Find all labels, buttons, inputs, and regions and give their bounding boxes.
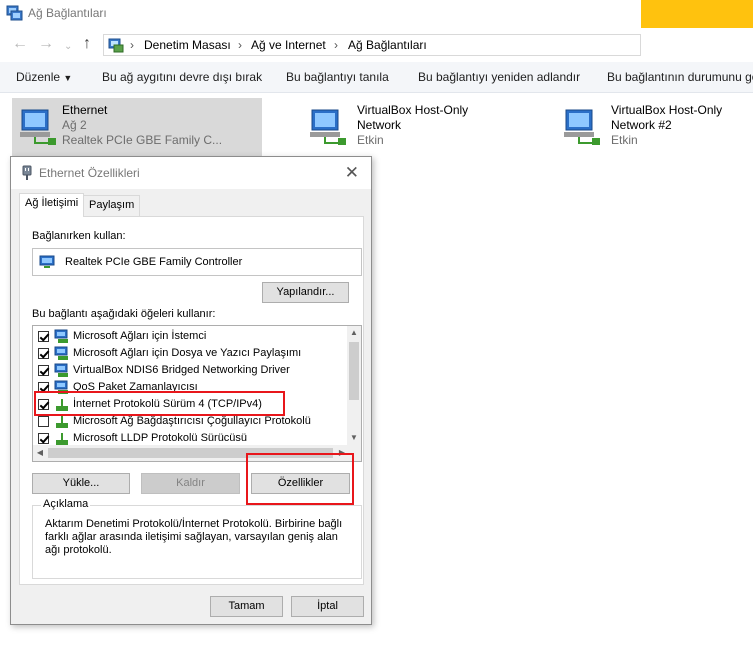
connection-network: Network #2 bbox=[611, 118, 672, 132]
connection-virtualbox-2[interactable]: VirtualBox Host-Only Network #2 Etkin bbox=[556, 98, 753, 156]
scroll-left-icon[interactable]: ◀ bbox=[33, 445, 47, 461]
network-service-icon bbox=[54, 346, 68, 360]
window-title: Ağ Bağlantıları bbox=[28, 6, 107, 20]
command-toolbar: Düzenle ▼ Bu ağ aygıtını devre dışı bıra… bbox=[0, 62, 753, 93]
item-label: Microsoft Ağları için Dosya ve Yazıcı Pa… bbox=[73, 347, 302, 359]
item-checkbox[interactable] bbox=[38, 433, 49, 444]
description-text: Aktarım Denetimi Protokolü/İnternet Prot… bbox=[45, 518, 343, 556]
breadcrumb-separator-icon: › bbox=[334, 38, 338, 52]
dialog-titlebar: Ethernet Özellikleri ✕ bbox=[11, 157, 371, 189]
ok-button[interactable]: Tamam bbox=[210, 596, 283, 617]
configure-button[interactable]: Yapılandır... bbox=[262, 282, 349, 303]
recent-locations-chevron-icon[interactable]: ⌄ bbox=[64, 39, 72, 55]
forward-arrow-icon[interactable]: → bbox=[38, 36, 54, 52]
adapter-name: Realtek PCIe GBE Family Controller bbox=[65, 256, 243, 268]
dialog-title: Ethernet Özellikleri bbox=[39, 166, 140, 180]
diagnose-connection-button[interactable]: Bu bağlantıyı tanıla bbox=[286, 70, 389, 84]
organize-menu[interactable]: Düzenle ▼ bbox=[16, 70, 72, 84]
network-adapter-icon bbox=[39, 255, 55, 268]
protocol-icon bbox=[56, 433, 68, 445]
item-checkbox[interactable] bbox=[38, 365, 49, 376]
items-label: Bu bağlantı aşağıdaki öğeleri kullanır: bbox=[32, 308, 216, 320]
up-arrow-icon[interactable]: ↑ bbox=[83, 35, 91, 53]
list-item[interactable]: Microsoft Ağları için Dosya ve Yazıcı Pa… bbox=[33, 345, 349, 362]
tab-networking[interactable]: Ağ İletişimi bbox=[19, 193, 85, 217]
network-service-icon bbox=[54, 363, 68, 377]
item-label: Microsoft LLDP Protokolü Sürücüsü bbox=[73, 432, 248, 444]
cancel-button[interactable]: İptal bbox=[291, 596, 364, 617]
connection-status: Etkin bbox=[611, 133, 638, 147]
scroll-up-icon[interactable]: ▲ bbox=[347, 326, 361, 340]
network-adapter-icon bbox=[20, 109, 56, 145]
back-arrow-icon[interactable]: ← bbox=[12, 36, 28, 52]
install-button[interactable]: Yükle... bbox=[32, 473, 130, 494]
connection-device: Realtek PCIe GBE Family C... bbox=[62, 133, 223, 147]
rename-connection-button[interactable]: Bu bağlantıyı yeniden adlandır bbox=[418, 70, 580, 84]
breadcrumb-separator-icon: › bbox=[238, 38, 242, 52]
address-bar[interactable]: › Denetim Masası › Ağ ve Internet › Ağ B… bbox=[103, 34, 641, 56]
connection-status: Etkin bbox=[357, 133, 384, 147]
connection-name: Ethernet bbox=[62, 103, 108, 117]
breadcrumb-network-connections[interactable]: Ağ Bağlantıları bbox=[348, 38, 427, 52]
connection-virtualbox-1[interactable]: VirtualBox Host-Only Network Etkin bbox=[302, 98, 502, 156]
connection-name: VirtualBox Host-Only bbox=[611, 103, 723, 117]
close-icon[interactable]: ✕ bbox=[345, 163, 359, 183]
list-item[interactable]: Microsoft Ağları için İstemci bbox=[33, 328, 349, 345]
vertical-scrollbar[interactable]: ▲ ▼ bbox=[347, 326, 361, 445]
scroll-thumb[interactable] bbox=[349, 342, 359, 400]
item-checkbox[interactable] bbox=[38, 416, 49, 427]
network-adapter-icon bbox=[564, 109, 600, 145]
item-label: Microsoft Ağları için İstemci bbox=[73, 330, 207, 342]
item-label: VirtualBox NDIS6 Bridged Networking Driv… bbox=[73, 364, 290, 376]
breadcrumb-network-internet[interactable]: Ağ ve Internet bbox=[251, 38, 326, 52]
list-item[interactable]: VirtualBox NDIS6 Bridged Networking Driv… bbox=[33, 362, 349, 379]
item-checkbox[interactable] bbox=[38, 331, 49, 342]
accent-block bbox=[641, 0, 753, 28]
ethernet-plug-icon bbox=[22, 165, 32, 180]
disable-device-button[interactable]: Bu ağ aygıtını devre dışı bırak bbox=[102, 70, 262, 84]
description-title: Açıklama bbox=[41, 498, 91, 510]
item-label: Microsoft Ağ Bağdaştırıcısı Çoğullayıcı … bbox=[73, 415, 311, 427]
uninstall-button: Kaldır bbox=[141, 473, 240, 494]
connection-network: Network bbox=[357, 118, 402, 132]
network-client-icon bbox=[54, 329, 68, 343]
adapter-field: Realtek PCIe GBE Family Controller bbox=[32, 248, 362, 276]
connection-network: Ağ 2 bbox=[62, 118, 87, 132]
breadcrumb-separator-icon: › bbox=[130, 38, 134, 52]
navigation-bar: ← → ⌄ ↑ › Denetim Masası › Ağ ve Interne… bbox=[0, 30, 753, 60]
breadcrumb-control-panel[interactable]: Denetim Masası bbox=[144, 38, 231, 52]
description-group: Açıklama Aktarım Denetimi Protokolü/İnte… bbox=[32, 498, 362, 579]
connect-using-label: Bağlanırken kullan: bbox=[32, 230, 126, 242]
dropdown-arrow-icon: ▼ bbox=[63, 73, 73, 83]
tab-sharing[interactable]: Paylaşım bbox=[83, 195, 141, 216]
properties-highlight-box bbox=[246, 453, 354, 505]
connection-name: VirtualBox Host-Only bbox=[357, 103, 469, 117]
network-adapter-icon bbox=[310, 109, 346, 145]
connection-ethernet[interactable]: Ethernet Ağ 2 Realtek PCIe GBE Family C.… bbox=[12, 98, 262, 156]
view-status-button[interactable]: Bu bağlantının durumunu gö bbox=[607, 70, 753, 84]
scroll-down-icon[interactable]: ▼ bbox=[347, 431, 361, 445]
protocol-icon bbox=[56, 416, 68, 428]
item-checkbox[interactable] bbox=[38, 348, 49, 359]
control-panel-icon bbox=[108, 38, 124, 53]
ipv4-highlight-box bbox=[34, 391, 285, 416]
network-connections-icon bbox=[6, 5, 23, 21]
